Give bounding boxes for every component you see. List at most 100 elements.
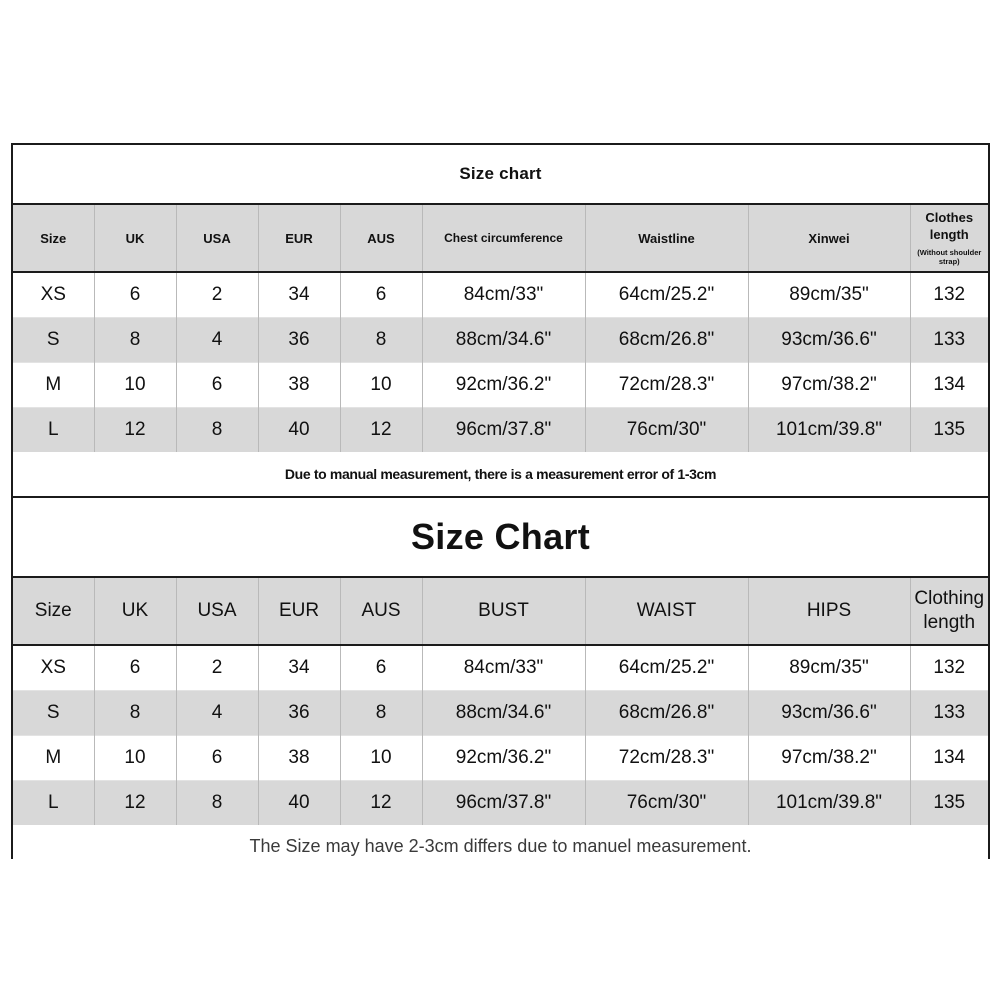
cell-chest: 84cm/33" (421, 272, 586, 317)
table-b-col-bust: BUST (421, 576, 586, 646)
cell-eur: 38 (257, 361, 341, 407)
cell-bust: 96cm/37.8" (421, 779, 586, 825)
cell-usa: 2 (175, 645, 259, 690)
cell-size: S (13, 316, 95, 362)
table-b-col-hips: HIPS (747, 576, 911, 646)
table-row: M 10 6 38 10 92cm/36.2" 72cm/28.3" 97cm/… (13, 361, 988, 407)
table-a-col-clothes-length-label: Clothes length (925, 209, 974, 242)
cell-waist: 76cm/30" (584, 779, 749, 825)
cell-usa: 8 (175, 779, 259, 825)
table-b-measurement-note: The Size may have 2-3cm differs due to m… (13, 825, 988, 867)
cell-uk: 8 (93, 316, 177, 362)
table-a-header-row: Size UK USA EUR AUS Chest circumference … (13, 203, 988, 273)
cell-uk: 6 (93, 645, 177, 690)
table-a-col-usa: USA (175, 203, 259, 273)
table-row: L 12 8 40 12 96cm/37.8" 76cm/30" 101cm/3… (13, 406, 988, 452)
table-a-col-size: Size (13, 203, 95, 273)
cell-size: L (13, 406, 95, 452)
cell-size: S (13, 689, 95, 735)
table-b-col-aus: AUS (339, 576, 423, 646)
cell-waistline: 76cm/30" (584, 406, 749, 452)
cell-bust: 88cm/34.6" (421, 689, 586, 735)
cell-chest: 96cm/37.8" (421, 406, 586, 452)
cell-uk: 12 (93, 779, 177, 825)
table-b-col-clothing-length: Clothing length (909, 576, 988, 646)
cell-length: 135 (909, 406, 988, 452)
cell-size: XS (13, 645, 95, 690)
cell-usa: 4 (175, 316, 259, 362)
table-a-col-clothes-length: Clothes length (Without shoulder strap) (909, 203, 988, 273)
cell-waist: 72cm/28.3" (584, 734, 749, 780)
size-chart-container: Size chart Size UK USA EUR AUS Chest cir… (11, 143, 990, 867)
cell-bust: 84cm/33" (421, 645, 586, 690)
table-row: XS 6 2 34 6 84cm/33" 64cm/25.2" 89cm/35"… (13, 272, 988, 317)
table-row: S 8 4 36 8 88cm/34.6" 68cm/26.8" 93cm/36… (13, 689, 988, 735)
cell-size: L (13, 779, 95, 825)
cell-waist: 68cm/26.8" (584, 689, 749, 735)
cell-uk: 12 (93, 406, 177, 452)
cell-usa: 6 (175, 734, 259, 780)
cell-aus: 8 (339, 689, 423, 735)
table-b-header-row: Size UK USA EUR AUS BUST WAIST HIPS Clot… (13, 576, 988, 646)
cell-length: 132 (909, 645, 988, 690)
table-b-col-waist: WAIST (584, 576, 749, 646)
cell-usa: 2 (175, 272, 259, 317)
cell-length: 133 (909, 689, 988, 735)
cell-eur: 36 (257, 316, 341, 362)
cell-length: 134 (909, 361, 988, 407)
cell-size: M (13, 361, 95, 407)
table-a-measurement-note: Due to manual measurement, there is a me… (13, 452, 988, 496)
cell-length: 132 (909, 272, 988, 317)
cell-uk: 10 (93, 734, 177, 780)
table-a-col-xinwei: Xinwei (747, 203, 911, 273)
cell-eur: 34 (257, 645, 341, 690)
cell-aus: 8 (339, 316, 423, 362)
table-b-col-usa: USA (175, 576, 259, 646)
cell-length: 134 (909, 734, 988, 780)
cell-size: M (13, 734, 95, 780)
table-b-col-eur: EUR (257, 576, 341, 646)
cell-uk: 8 (93, 689, 177, 735)
cell-hips: 93cm/36.6" (747, 689, 911, 735)
size-chart-block-primary: Size chart Size UK USA EUR AUS Chest cir… (13, 145, 988, 496)
table-a-col-clothes-length-sublabel: (Without shoulder strap) (917, 247, 982, 266)
table-b-title: Size Chart (13, 498, 988, 576)
size-chart-block-secondary: Size Chart Size UK USA EUR AUS BUST WAIS… (13, 498, 988, 867)
table-row: XS 6 2 34 6 84cm/33" 64cm/25.2" 89cm/35"… (13, 645, 988, 690)
cell-bust: 92cm/36.2" (421, 734, 586, 780)
cell-hips: 101cm/39.8" (747, 779, 911, 825)
cell-uk: 10 (93, 361, 177, 407)
table-a-col-chest: Chest circumference (421, 203, 586, 273)
cell-eur: 38 (257, 734, 341, 780)
cell-eur: 36 (257, 689, 341, 735)
cell-usa: 4 (175, 689, 259, 735)
cell-hips: 89cm/35" (747, 645, 911, 690)
cell-uk: 6 (93, 272, 177, 317)
table-row: L 12 8 40 12 96cm/37.8" 76cm/30" 101cm/3… (13, 779, 988, 825)
size-table-secondary: Size UK USA EUR AUS BUST WAIST HIPS Clot… (13, 576, 988, 825)
cell-eur: 40 (257, 406, 341, 452)
table-a-col-waistline: Waistline (584, 203, 749, 273)
cell-xinwei: 89cm/35" (747, 272, 911, 317)
table-b-col-uk: UK (93, 576, 177, 646)
cell-waist: 64cm/25.2" (584, 645, 749, 690)
cell-eur: 34 (257, 272, 341, 317)
cell-aus: 12 (339, 406, 423, 452)
cell-length: 133 (909, 316, 988, 362)
cell-hips: 97cm/38.2" (747, 734, 911, 780)
cell-xinwei: 97cm/38.2" (747, 361, 911, 407)
cell-length: 135 (909, 779, 988, 825)
table-a-col-eur: EUR (257, 203, 341, 273)
cell-usa: 8 (175, 406, 259, 452)
cell-aus: 6 (339, 645, 423, 690)
table-a-col-aus: AUS (339, 203, 423, 273)
cell-size: XS (13, 272, 95, 317)
cell-chest: 92cm/36.2" (421, 361, 586, 407)
cell-waistline: 72cm/28.3" (584, 361, 749, 407)
cell-aus: 10 (339, 734, 423, 780)
cell-aus: 12 (339, 779, 423, 825)
cell-waistline: 68cm/26.8" (584, 316, 749, 362)
size-table-primary: Size UK USA EUR AUS Chest circumference … (13, 203, 988, 452)
table-b-col-size: Size (13, 576, 95, 646)
table-row: M 10 6 38 10 92cm/36.2" 72cm/28.3" 97cm/… (13, 734, 988, 780)
